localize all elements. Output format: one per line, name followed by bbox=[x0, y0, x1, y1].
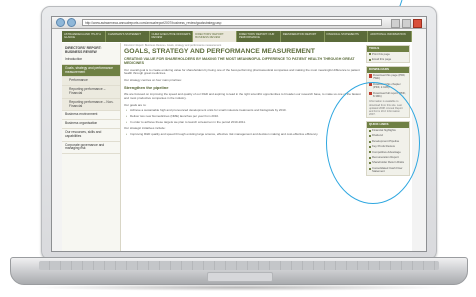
paragraph: Our strategy centres on four main priori… bbox=[124, 78, 182, 82]
topnav-item-remuneration[interactable]: REMUNERATION REPORT bbox=[281, 31, 325, 42]
sidebar-item-business-organisation[interactable]: Business organisation bbox=[62, 120, 120, 129]
keyboard bbox=[39, 261, 439, 270]
sidebar: DIRECTORS' REPORT: BUSINESS REVIEW Intro… bbox=[62, 43, 121, 251]
pdf-icon bbox=[369, 74, 372, 78]
forward-icon[interactable] bbox=[67, 18, 76, 27]
topnav-item-business-review[interactable]: DIRECTORS' REPORT: BUSINESS REVIEW bbox=[193, 31, 237, 42]
topnav-item-performance[interactable]: DIRECTORS' REPORT: OUR PERFORMANCE bbox=[237, 31, 281, 42]
laptop-base bbox=[10, 257, 468, 285]
download-page-link[interactable]: Download this page (PDF, 75kb) bbox=[367, 73, 409, 82]
sidebar-title: DIRECTORS' REPORT: BUSINESS REVIEW bbox=[65, 46, 102, 54]
minimize-icon[interactable] bbox=[391, 19, 400, 28]
page-subtitle: CREATING VALUE FOR SHAREHOLDERS BY MAKIN… bbox=[124, 57, 355, 66]
topnav-item-at-a-glance[interactable]: ASTRAZENECA AND ITS AT A GLANCE bbox=[62, 31, 106, 42]
maximize-icon[interactable] bbox=[402, 19, 411, 28]
laptop-shadow bbox=[30, 284, 446, 291]
topnav-item-chairman[interactable]: CHAIRMAN'S STATEMENT bbox=[106, 31, 150, 42]
address-bar[interactable]: http://www.astrazeneca-annualreports.com… bbox=[82, 19, 382, 26]
browser-toolbar: http://www.astrazeneca-annualreports.com… bbox=[52, 17, 426, 29]
section-heading: Strengthen the pipeline bbox=[124, 84, 169, 90]
link-label: Download this page (PDF, 75kb) bbox=[373, 73, 406, 81]
sidebar-item-performance[interactable]: Performance bbox=[62, 77, 120, 87]
paragraph: Our goals are to: bbox=[124, 102, 147, 107]
topnav-item-financial-statements[interactable]: FINANCIAL STATEMENTS bbox=[325, 31, 369, 42]
sidebar-item-goals-strategy[interactable]: Goals, strategy and performance measurem… bbox=[62, 64, 120, 78]
sidebar-item-resources[interactable]: Our resources, skills and capabilities bbox=[62, 129, 120, 142]
email-page-link[interactable]: Email this page bbox=[367, 57, 409, 62]
envelope-icon bbox=[369, 58, 371, 61]
sidebar-item-governance[interactable]: Corporate governance and managing risk bbox=[62, 142, 120, 155]
topnav-item-ceo-review[interactable]: CHIEF EXECUTIVE OFFICER'S REVIEW bbox=[150, 31, 194, 42]
paragraph: We are focused on improving the speed an… bbox=[124, 92, 361, 100]
highlight-circle bbox=[326, 82, 420, 204]
tools-box: TOOLS Print this page Email this page bbox=[366, 45, 410, 64]
sidebar-item-business-environment[interactable]: Business environment bbox=[62, 111, 120, 121]
window-controls bbox=[391, 19, 422, 28]
sidebar-item-introduction[interactable]: Introduction bbox=[62, 56, 120, 65]
sidebar-item-non-financial[interactable]: Reporting performance – Non-Financial bbox=[62, 98, 120, 112]
page-title: GOALS, STRATEGY AND PERFORMANCE MEASUREM… bbox=[124, 48, 315, 55]
close-icon[interactable] bbox=[413, 19, 422, 28]
paragraph: Our overall goal is to create enduring v… bbox=[124, 67, 360, 76]
list-item: Achieve a sustainable high and pronounce… bbox=[124, 109, 364, 113]
printer-icon bbox=[369, 53, 371, 56]
sidebar-item-financial[interactable]: Reporting performance – Financial bbox=[62, 86, 120, 99]
link-label: Print this page bbox=[372, 51, 390, 56]
trackpad bbox=[207, 272, 273, 282]
top-navigation: ASTRAZENECA AND ITS AT A GLANCE CHAIRMAN… bbox=[62, 31, 412, 42]
list-item: Deliver two new biomedicines (NME) launc… bbox=[124, 114, 364, 119]
breadcrumb[interactable]: Directors' Report: Business Review › Goa… bbox=[124, 44, 364, 47]
link-label: Email this page bbox=[372, 57, 392, 61]
back-icon[interactable] bbox=[56, 18, 65, 27]
topnav-item-additional-info[interactable]: ADDITIONAL INFORMATION bbox=[368, 31, 412, 42]
